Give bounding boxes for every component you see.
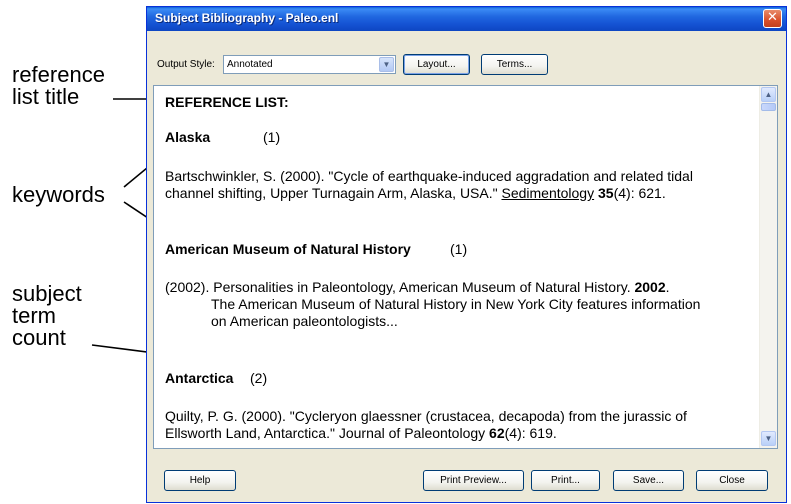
reference-line: Bartschwinkler, S. (2000). "Cycle of ear… bbox=[165, 168, 693, 184]
output-style-value: Annotated bbox=[227, 59, 273, 70]
journal-name: Sedimentology bbox=[501, 185, 595, 201]
print-button[interactable]: Print... bbox=[531, 470, 600, 491]
output-style-select[interactable]: Annotated ▼ bbox=[223, 55, 396, 74]
bibliography-report-area[interactable]: REFERENCE LIST: Alaska (1) Bartschwinkle… bbox=[153, 85, 778, 449]
journal-pages: (4): 621. bbox=[613, 185, 666, 201]
reference-line: (2002). Personalities in Paleontology, A… bbox=[165, 279, 670, 296]
title-bar[interactable]: Subject Bibliography - Paleo.enl ✕ bbox=[147, 7, 786, 31]
scrollbar-thumb[interactable] bbox=[761, 103, 776, 111]
print-preview-button[interactable]: Print Preview... bbox=[423, 470, 524, 491]
abstract-line: The American Museum of Natural History i… bbox=[211, 296, 701, 312]
screenshot-stage: reference list title keywords subject te… bbox=[0, 0, 791, 504]
scroll-down-icon[interactable]: ▼ bbox=[761, 431, 776, 446]
close-icon: ✕ bbox=[767, 10, 778, 25]
subject-bibliography-dialog: Subject Bibliography - Paleo.enl ✕ Outpu… bbox=[146, 6, 787, 503]
layout-button[interactable]: Layout... bbox=[403, 54, 470, 75]
close-window-button[interactable]: ✕ bbox=[763, 9, 782, 28]
term-count: (1) bbox=[450, 241, 468, 257]
abstract-line: on American paleontologists... bbox=[211, 313, 398, 329]
report-heading: REFERENCE LIST: bbox=[165, 94, 289, 110]
vertical-scrollbar[interactable]: ▲ ▼ bbox=[759, 86, 777, 448]
keyword-term: Alaska bbox=[165, 129, 211, 145]
journal-pages: (4): 619. bbox=[504, 425, 557, 441]
help-button[interactable]: Help bbox=[164, 470, 236, 491]
keyword-term: Antarctica bbox=[165, 370, 234, 386]
journal-volume: 62 bbox=[489, 425, 505, 441]
window-title: Subject Bibliography - Paleo.enl bbox=[155, 11, 339, 25]
reference-text: channel shifting, Upper Turnagain Arm, A… bbox=[165, 185, 502, 201]
reference-text: Ellsworth Land, Antarctica." Journal of … bbox=[165, 425, 490, 441]
save-button[interactable]: Save... bbox=[613, 470, 684, 491]
close-button[interactable]: Close bbox=[696, 470, 768, 491]
keyword-term: American Museum of Natural History bbox=[165, 241, 411, 257]
reference-line: channel shifting, Upper Turnagain Arm, A… bbox=[165, 185, 666, 202]
reference-year: 2002 bbox=[634, 279, 666, 295]
scroll-up-icon[interactable]: ▲ bbox=[761, 87, 776, 102]
journal-volume: 35 bbox=[598, 185, 614, 201]
term-count: (1) bbox=[263, 129, 281, 145]
output-style-label: Output Style: bbox=[157, 59, 215, 70]
reference-text: . bbox=[665, 279, 670, 295]
reference-text: (2002). Personalities in Paleontology, A… bbox=[165, 279, 635, 295]
chevron-down-icon[interactable]: ▼ bbox=[379, 57, 394, 72]
terms-button[interactable]: Terms... bbox=[481, 54, 548, 75]
reference-line: Quilty, P. G. (2000). "Cycleryon glaessn… bbox=[165, 408, 687, 424]
term-count: (2) bbox=[250, 370, 268, 386]
reference-line: Ellsworth Land, Antarctica." Journal of … bbox=[165, 425, 557, 442]
